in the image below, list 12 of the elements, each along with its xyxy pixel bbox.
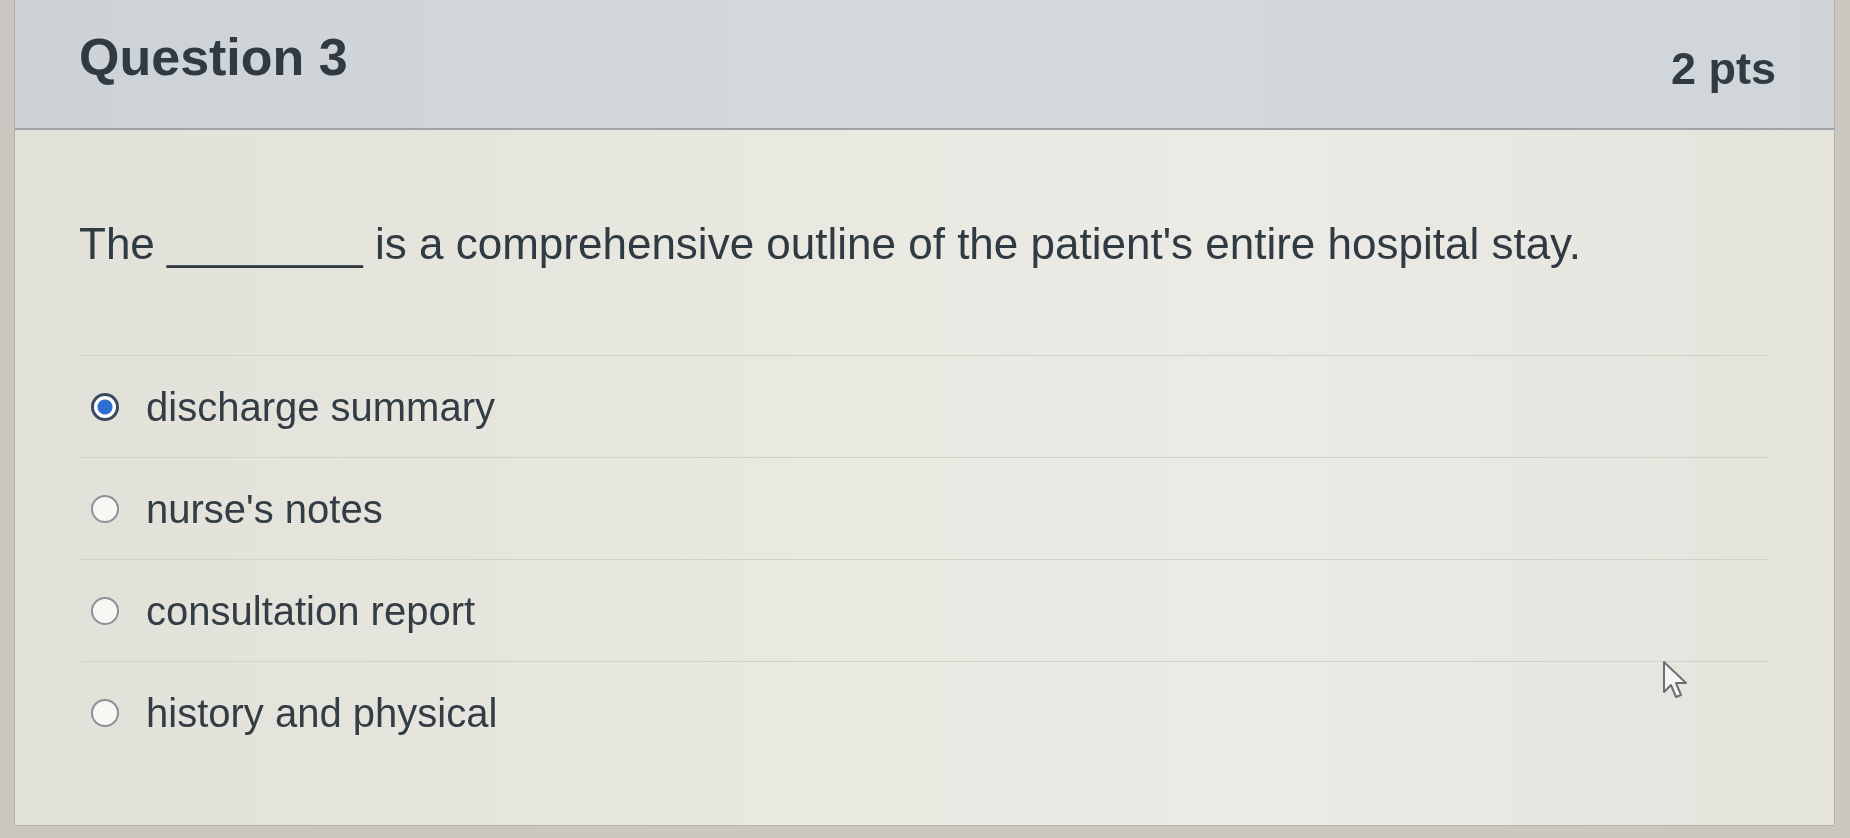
radio-button[interactable] [91, 494, 119, 523]
radio-button[interactable] [91, 596, 119, 625]
answer-option[interactable]: history and physical [146, 689, 498, 737]
question-text: The ________ is a comprehensive outline of the patient's entire hospital stay. [79, 218, 1583, 270]
points-label: 2 pts [1670, 43, 1776, 95]
answer-option[interactable]: discharge summary [146, 382, 495, 431]
mouse-pointer-icon [1662, 660, 1688, 700]
answer-option[interactable]: nurse's notes [146, 484, 383, 533]
radio-button[interactable] [91, 699, 119, 727]
answer-option[interactable]: consultation report [146, 586, 476, 635]
radio-button[interactable] [91, 392, 119, 421]
question-title: Question 3 [79, 27, 348, 87]
